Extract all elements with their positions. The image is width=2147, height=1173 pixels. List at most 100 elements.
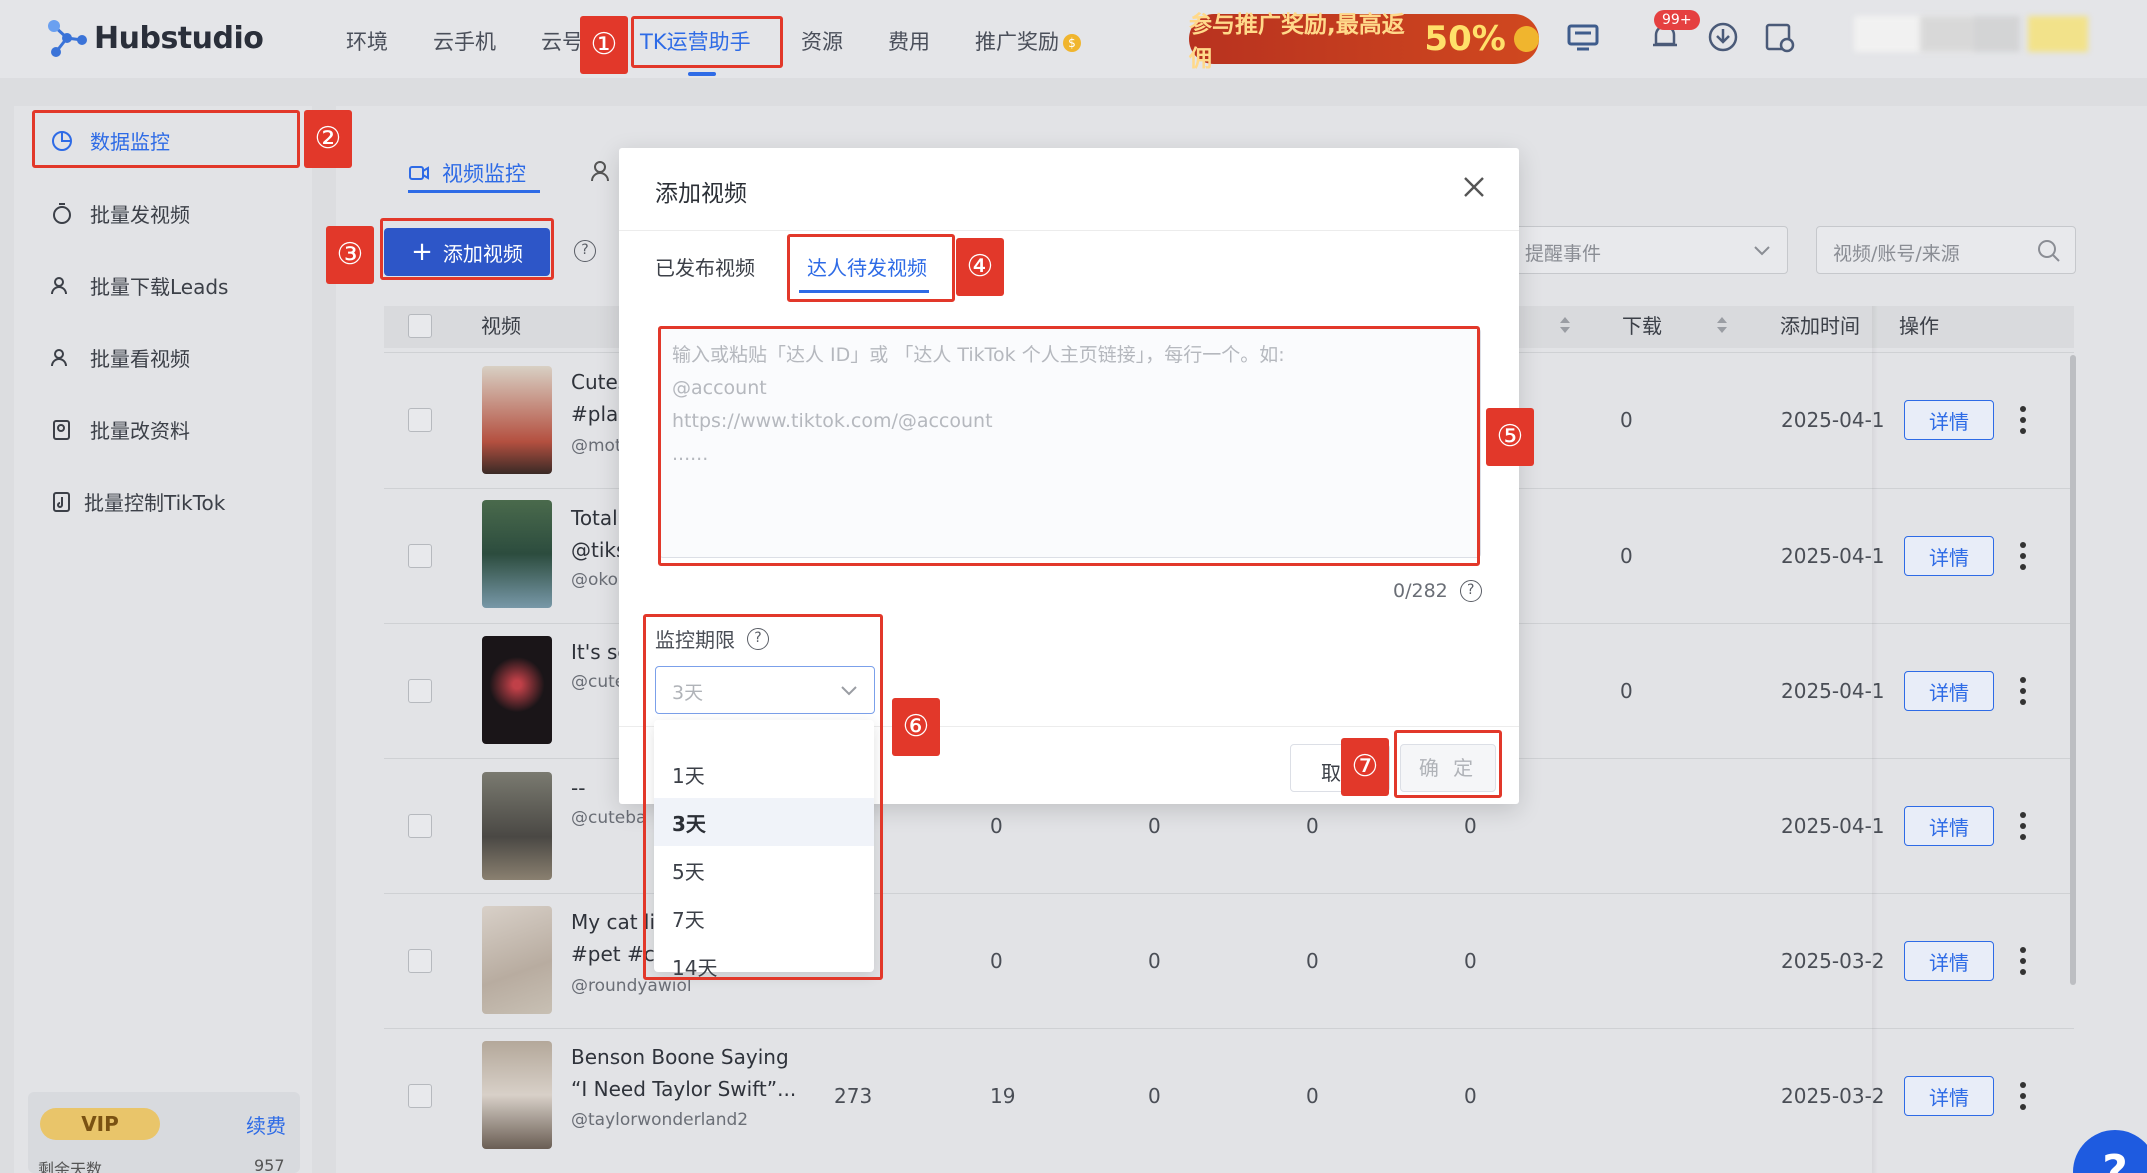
nav-resources[interactable]: 资源 — [801, 26, 843, 56]
col-download: 下载 — [1622, 314, 1662, 338]
row-checkbox[interactable] — [408, 814, 432, 838]
sidebar-item-label: 批量发视频 — [90, 203, 190, 227]
renew-link[interactable]: 续费 — [246, 1110, 286, 1139]
metric-2: 0 — [1148, 949, 1161, 973]
logo-text: Hubstudio — [94, 20, 264, 56]
added-time: 2025-04-1 — [1781, 544, 1885, 568]
tab-active-indicator — [408, 190, 540, 193]
coin-icon: $ — [1063, 34, 1081, 52]
promo-percent: 50% — [1424, 19, 1506, 59]
users-icon — [51, 276, 67, 294]
detail-button[interactable]: 详情 — [1904, 806, 1994, 846]
sidebar-item-batch-watch[interactable]: 批量看视频 — [50, 343, 190, 372]
row-checkbox[interactable] — [408, 679, 432, 703]
metric-1: 0 — [990, 949, 1003, 973]
nav-billing[interactable]: 费用 — [888, 26, 930, 56]
video-thumbnail[interactable] — [482, 636, 552, 744]
detail-button[interactable]: 详情 — [1904, 1076, 1994, 1116]
promo-banner[interactable]: 参与推广奖励,最高返佣 50% — [1189, 12, 1539, 72]
detail-button[interactable]: 详情 — [1904, 400, 1994, 440]
col-video: 视频 — [481, 314, 521, 338]
added-time: 2025-04-1 — [1781, 408, 1885, 432]
sidebar-item-batch-profile[interactable]: 批量改资料 — [50, 415, 190, 444]
tab-video-monitor[interactable]: 视频监控 — [408, 158, 526, 188]
video-title-line2: “I Need Taylor Swift”... — [571, 1077, 797, 1101]
more-menu-icon[interactable] — [2018, 542, 2028, 575]
remaining-days-label: 剩余天数 — [38, 1160, 103, 1173]
metric-2: 0 — [1148, 1084, 1161, 1108]
video-thumbnail[interactable] — [482, 500, 552, 608]
select-all-checkbox[interactable] — [408, 314, 432, 338]
video-title: -- — [571, 776, 586, 800]
detail-button[interactable]: 详情 — [1904, 941, 1994, 981]
more-menu-icon[interactable] — [2018, 812, 2028, 845]
remaining-days-value: 957 — [254, 1156, 285, 1173]
nav-cloud-phone[interactable]: 云手机 — [433, 26, 496, 56]
col-added-time: 添加时间 — [1780, 314, 1860, 338]
annotation-box-4 — [787, 234, 955, 302]
annotation-1: ① — [580, 16, 628, 74]
more-menu-icon[interactable] — [2018, 677, 2028, 710]
annotation-5: ⑤ — [1486, 408, 1534, 466]
sort-icon[interactable] — [1558, 315, 1572, 335]
video-author: @mot — [571, 436, 622, 456]
profile-edit-icon — [53, 419, 70, 440]
schedule-icon[interactable] — [1762, 20, 1796, 54]
annotation-box-2 — [32, 110, 300, 168]
user-tab-icon[interactable] — [590, 160, 610, 182]
row-checkbox[interactable] — [408, 1084, 432, 1108]
sort-icon[interactable] — [1715, 315, 1729, 335]
added-time: 2025-03-2 — [1781, 1084, 1885, 1108]
nav-active-indicator — [688, 72, 716, 76]
top-navbar: Hubstudio 环境 云手机 云号 TK运营助手 资源 费用 推广奖励 $ 参… — [0, 0, 2147, 78]
reminder-filter-value: 提醒事件 — [1525, 243, 1602, 265]
sidebar-item-batch-post[interactable]: 批量发视频 — [50, 199, 190, 228]
more-menu-icon[interactable] — [2018, 406, 2028, 439]
more-menu-icon[interactable] — [2018, 1082, 2028, 1115]
metric-2: 0 — [1148, 814, 1161, 838]
hubstudio-logo[interactable]: Hubstudio — [46, 18, 264, 58]
more-menu-icon[interactable] — [2018, 947, 2028, 980]
search-icon — [2038, 240, 2060, 262]
nav-environment[interactable]: 环境 — [346, 26, 388, 56]
tiktok-icon — [53, 491, 70, 512]
sidebar-item-batch-leads[interactable]: 批量下载Leads — [50, 271, 228, 300]
help-icon[interactable]: ? — [574, 240, 596, 262]
upload-video-icon — [53, 202, 71, 224]
video-author: @taylorwonderland2 — [571, 1110, 749, 1130]
video-author: @cuteba — [571, 808, 647, 828]
video-thumbnail[interactable] — [482, 366, 552, 474]
annotation-7: ⑦ — [1341, 738, 1389, 796]
video-title: Benson Boone Saying — [571, 1045, 789, 1069]
nav-cloud-account[interactable]: 云号 — [541, 26, 583, 56]
video-icon — [409, 166, 429, 180]
video-author: @cute — [571, 672, 626, 692]
metric-1: 19 — [990, 1084, 1016, 1108]
sidebar-item-label: 批量控制TikTok — [84, 491, 226, 515]
close-icon[interactable] — [1461, 174, 1487, 200]
video-thumbnail[interactable] — [482, 906, 552, 1014]
user-badge-blurred — [2028, 16, 2088, 52]
video-search-input[interactable]: 视频/账号/来源 — [1816, 226, 2076, 274]
user-info-blurred — [1920, 16, 2020, 52]
video-thumbnail[interactable] — [482, 1041, 552, 1149]
added-time: 2025-04-1 — [1781, 814, 1885, 838]
notification-badge: 99+ — [1654, 10, 1700, 30]
table-scrollbar[interactable] — [2070, 355, 2076, 985]
row-checkbox[interactable] — [408, 544, 432, 568]
help-icon[interactable]: ? — [1459, 580, 1482, 602]
reminder-filter-select[interactable]: 提醒事件 — [1508, 226, 1788, 274]
row-checkbox[interactable] — [408, 408, 432, 432]
row-checkbox[interactable] — [408, 949, 432, 973]
detail-button[interactable]: 详情 — [1904, 671, 1994, 711]
tab-published-video[interactable]: 已发布视频 — [655, 252, 755, 281]
monitor-icon[interactable] — [1566, 20, 1600, 54]
download-icon[interactable] — [1706, 20, 1740, 54]
sidebar-item-batch-control[interactable]: 批量控制TikTok — [50, 487, 225, 516]
promo-coin-icon — [1513, 26, 1539, 52]
video-thumbnail[interactable] — [482, 772, 552, 880]
nav-referral[interactable]: 推广奖励 $ — [975, 26, 1081, 56]
download-count: 0 — [1620, 408, 1633, 432]
search-placeholder: 视频/账号/来源 — [1833, 243, 1960, 265]
detail-button[interactable]: 详情 — [1904, 536, 1994, 576]
